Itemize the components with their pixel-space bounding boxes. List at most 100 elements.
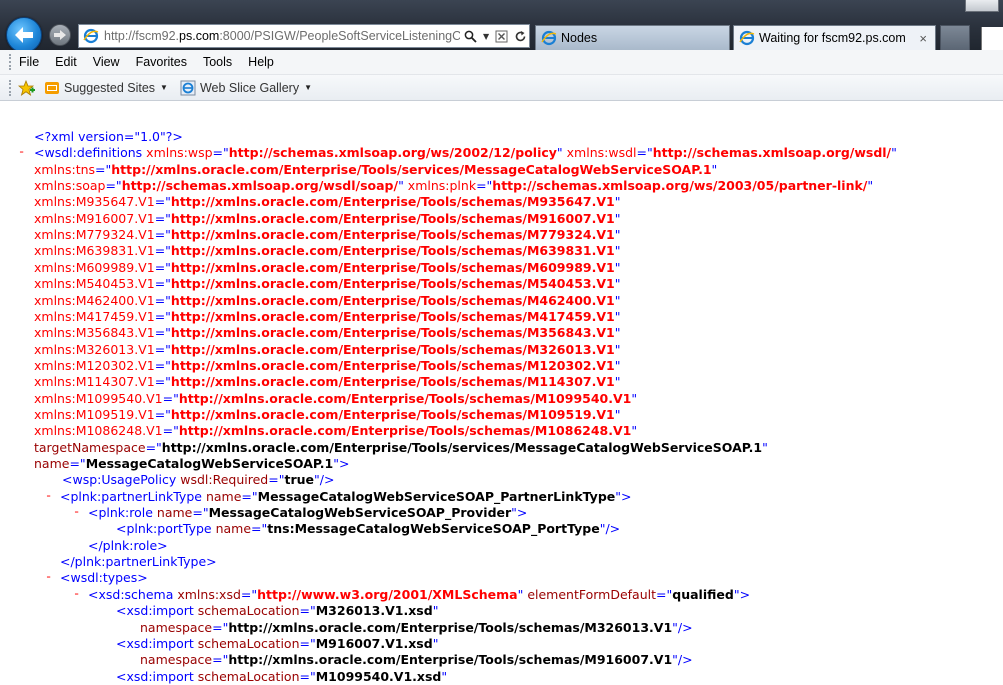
favorite-web-slice-gallery[interactable]: Web Slice Gallery ▼ [180, 80, 312, 96]
back-button[interactable] [6, 17, 42, 53]
refresh-icon[interactable] [514, 30, 527, 43]
xml-attribute-name: xmlns:M1086248.V1 [34, 423, 163, 439]
window-minimize-button[interactable] [965, 0, 999, 12]
xml-punctuation: " [614, 259, 621, 275]
xml-line: <xsd:import schemaLocation="M1099540.V1.… [116, 669, 447, 685]
xml-attribute-value: http://xmlns.oracle.com/Enterprise/Tools… [170, 210, 615, 226]
collapse-toggle[interactable]: - [18, 145, 25, 159]
xml-attribute-value: MessageCatalogWebServiceSOAP_PartnerLink… [257, 488, 616, 504]
toolbar-grip [9, 54, 12, 70]
xml-attribute-name: xmlns:M1099540.V1 [34, 390, 163, 406]
menu-view[interactable]: View [93, 55, 120, 69]
xml-line: name="MessageCatalogWebServiceSOAP.1"> [34, 456, 349, 472]
xml-punctuation: " [441, 668, 448, 684]
xml-attribute-name: xmlns:M114307.V1 [34, 374, 155, 390]
xml-attribute-name: xmlns:tns [34, 161, 96, 177]
xml-line: <plnk:portType name="tns:MessageCatalogW… [116, 521, 620, 537]
dropdown-arrow-icon[interactable]: ▼ [483, 32, 489, 41]
xml-attribute-value: M1099540.V1.xsd [315, 668, 442, 684]
xml-line: <xsd:schema xmlns:xsd="http://www.w3.org… [88, 587, 750, 603]
xml-line: xmlns:M779324.V1="http://xmlns.oracle.co… [34, 227, 620, 243]
xml-line: <plnk:role name="MessageCatalogWebServic… [88, 505, 527, 521]
xml-attribute-name: xmlns:M462400.V1 [34, 292, 155, 308]
xml-punctuation: " [614, 325, 621, 341]
xml-punctuation: =" [299, 603, 316, 619]
xml-punctuation: =" [95, 161, 112, 177]
xml-line: xmlns:M639831.V1="http://xmlns.oracle.co… [34, 243, 620, 259]
collapse-toggle[interactable]: - [73, 505, 80, 519]
xml-line: xmlns:M114307.V1="http://xmlns.oracle.co… [34, 374, 620, 390]
suggested-sites-icon [45, 81, 59, 94]
address-url[interactable]: http://fscm92.ps.com:8000/PSIGW/PeopleSo… [104, 29, 460, 43]
favorites-star-icon[interactable] [18, 79, 36, 96]
xml-punctuation: =" [154, 292, 171, 308]
xml-attribute-value: http://xmlns.oracle.com/Enterprise/Tools… [170, 243, 615, 259]
xml-attribute-name: xmlns:wsp [146, 145, 213, 161]
tab-nodes[interactable]: Nodes [535, 25, 730, 50]
xml-punctuation: " [631, 423, 638, 439]
stop-icon[interactable] [495, 30, 508, 43]
xml-attribute-value: MessageCatalogWebServiceSOAP.1 [85, 456, 334, 471]
forward-arrow-icon [54, 30, 66, 40]
xml-line: </plnk:partnerLinkType> [60, 554, 217, 570]
xml-punctuation: " [614, 357, 621, 373]
xml-punctuation: =" [299, 668, 316, 684]
search-icon[interactable] [464, 30, 477, 43]
xml-attribute-value: http://xmlns.oracle.com/Enterprise/Tools… [161, 439, 763, 455]
xml-punctuation: " [867, 178, 874, 194]
tab-close-icon[interactable]: × [919, 31, 927, 46]
ie-icon [83, 28, 99, 44]
xml-punctuation: =" [476, 178, 493, 194]
menu-edit[interactable]: Edit [55, 55, 77, 69]
xml-attribute-name: targetNamespace [34, 439, 146, 455]
menu-tools[interactable]: Tools [203, 55, 232, 69]
xml-punctuation: =" [105, 178, 122, 194]
xml-tag: <wsdl:definitions [34, 145, 143, 161]
xml-attribute-value: http://schemas.xmlsoap.org/ws/2003/05/pa… [492, 178, 868, 194]
xml-line: targetNamespace="http://xmlns.oracle.com… [34, 440, 768, 456]
collapse-toggle[interactable]: - [45, 489, 52, 503]
xml-punctuation: /> [605, 521, 621, 537]
xml-line: <?xml version="1.0"?> [34, 129, 183, 145]
forward-button[interactable] [49, 24, 71, 46]
xml-attribute-name: xmlns:M639831.V1 [34, 243, 155, 259]
xml-declaration: <?xml version="1.0"?> [34, 129, 183, 144]
favorite-suggested-sites[interactable]: Suggested Sites ▼ [44, 80, 168, 96]
xml-document: <?xml version="1.0"?> <wsdl:definitions x… [0, 101, 1003, 685]
xml-attribute-name: xmlns:M935647.V1 [34, 194, 155, 210]
xml-line: xmlns:M916007.V1="http://xmlns.oracle.co… [34, 211, 620, 227]
xml-punctuation: " [631, 390, 638, 406]
xml-punctuation: =" [154, 341, 171, 357]
menu-help[interactable]: Help [248, 55, 274, 69]
collapse-toggle[interactable]: - [45, 570, 52, 584]
xml-punctuation: =" [154, 325, 171, 341]
xml-tag: <xsd:import [116, 668, 194, 684]
xml-punctuation: " [614, 341, 621, 357]
menu-file[interactable]: File [19, 55, 39, 69]
xml-punctuation: =" [162, 390, 179, 406]
new-tab-button[interactable] [940, 25, 970, 50]
collapse-toggle[interactable]: - [73, 587, 80, 601]
xml-tag: <plnk:partnerLinkType [60, 488, 202, 504]
xml-punctuation: =" [241, 488, 258, 504]
xml-attribute-name: xmlns:M916007.V1 [34, 210, 155, 226]
xml-attribute-name: elementFormDefault [527, 586, 657, 602]
xml-attribute-value: MessageCatalogWebServiceSOAP_Provider [208, 505, 512, 521]
xml-line: xmlns:M356843.V1="http://xmlns.oracle.co… [34, 325, 620, 341]
address-bar[interactable]: http://fscm92.ps.com:8000/PSIGW/PeopleSo… [78, 24, 530, 48]
xml-line: xmlns:M417459.V1="http://xmlns.oracle.co… [34, 309, 620, 325]
ie-icon [541, 30, 557, 46]
xml-punctuation: =" [212, 652, 229, 668]
xml-attribute-name: name [215, 521, 252, 537]
xml-attribute-name: xmlns:M540453.V1 [34, 276, 155, 292]
xml-punctuation: =" [240, 586, 258, 602]
xml-tag: <plnk:portType [116, 521, 212, 537]
xml-punctuation: =" [212, 145, 229, 161]
menu-favorites[interactable]: Favorites [136, 55, 187, 69]
xml-tag: <wsp:UsagePolicy [62, 472, 177, 488]
xml-line: xmlns:M1099540.V1="http://xmlns.oracle.c… [34, 391, 637, 407]
xml-line: xmlns:tns="http://xmlns.oracle.com/Enter… [34, 162, 717, 178]
xml-attribute-value: http://xmlns.oracle.com/Enterprise/Tools… [170, 325, 615, 341]
tab-waiting[interactable]: Waiting for fscm92.ps.com × [733, 25, 936, 50]
xml-attribute-value: http://xmlns.oracle.com/Enterprise/Tools… [170, 292, 615, 308]
